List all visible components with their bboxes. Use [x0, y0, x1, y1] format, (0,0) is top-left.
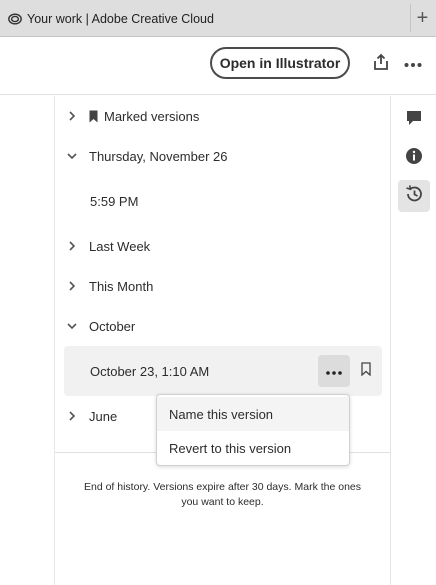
more-icon	[404, 55, 422, 73]
group-thursday-november-26[interactable]: Thursday, November 26	[65, 141, 228, 171]
comments-button[interactable]	[398, 104, 430, 136]
group-label: June	[89, 408, 118, 424]
menu-item-revert-version[interactable]: Revert to this version	[157, 431, 349, 465]
version-actions-button[interactable]	[318, 355, 350, 387]
version-history-panel: Marked versions Thursday, November 26 5:…	[55, 96, 390, 585]
version-item-selected[interactable]: October 23, 1:10 AM	[64, 346, 382, 396]
browser-tab[interactable]: Your work | Adobe Creative Cloud	[0, 0, 410, 37]
version-item[interactable]: 5:59 PM	[90, 186, 138, 216]
bookmark-icon	[89, 109, 99, 123]
open-in-illustrator-button[interactable]: Open in Illustrator	[210, 47, 350, 79]
chevron-right-icon	[65, 279, 79, 293]
group-label: Last Week	[89, 238, 151, 254]
app-header: Open in Illustrator	[0, 37, 436, 95]
group-label: Thursday, November 26	[89, 148, 228, 164]
share-button[interactable]	[370, 53, 392, 75]
canvas-area	[0, 96, 55, 585]
group-last-week[interactable]: Last Week	[65, 231, 150, 261]
group-october[interactable]: October	[65, 311, 135, 341]
mark-version-button[interactable]	[360, 361, 372, 381]
info-button[interactable]	[398, 142, 430, 174]
group-marked-versions[interactable]: Marked versions	[65, 101, 199, 131]
chevron-right-icon	[65, 409, 79, 423]
bookmark-outline-icon	[361, 361, 371, 381]
menu-item-name-version[interactable]: Name this version	[157, 397, 349, 431]
version-time: 5:59 PM	[90, 193, 139, 209]
group-this-month[interactable]: This Month	[65, 271, 153, 301]
history-icon	[404, 184, 424, 209]
group-label: October	[89, 318, 136, 334]
version-time: October 23, 1:10 AM	[90, 363, 210, 379]
group-label: Marked versions	[104, 108, 200, 124]
chevron-right-icon	[65, 239, 79, 253]
end-of-history-message: End of history. Versions expire after 30…	[83, 481, 362, 508]
group-june[interactable]: June	[65, 401, 117, 431]
chevron-down-icon	[65, 319, 79, 333]
tab-title: Your work | Adobe Creative Cloud	[27, 11, 214, 26]
comment-icon	[405, 109, 423, 132]
creative-cloud-icon	[8, 12, 22, 26]
new-tab-button[interactable]: +	[410, 4, 434, 32]
group-label: This Month	[89, 278, 154, 294]
browser-tab-bar: Your work | Adobe Creative Cloud +	[0, 0, 436, 37]
share-icon	[372, 53, 390, 76]
info-icon	[405, 147, 423, 170]
chevron-down-icon	[65, 149, 79, 163]
chevron-right-icon	[65, 109, 79, 123]
version-context-menu: Name this version Revert to this version	[156, 394, 350, 466]
version-history-button[interactable]	[398, 180, 430, 212]
more-icon	[326, 362, 342, 380]
right-rail	[390, 96, 436, 585]
more-button[interactable]	[402, 53, 424, 75]
